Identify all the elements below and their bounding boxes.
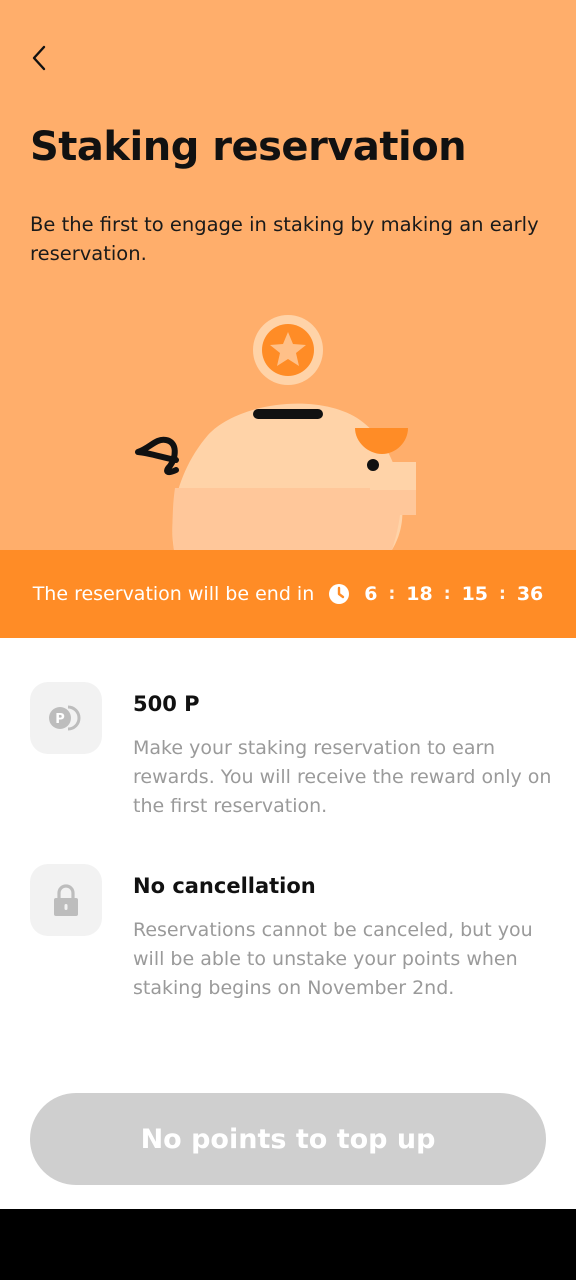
top-up-button[interactable]: No points to top up — [30, 1093, 546, 1185]
countdown-days: 6 — [364, 583, 378, 605]
chevron-left-icon — [32, 45, 46, 71]
piggy-bank-illustration — [135, 315, 416, 550]
hero-section: Staking reservation Be the first to enga… — [0, 0, 576, 550]
lock-icon — [54, 884, 78, 916]
feature-description: Make your staking reservation to earn re… — [133, 737, 552, 817]
feature-icon-box: P — [30, 682, 102, 754]
coin-icon — [253, 315, 323, 385]
feature-title: 500 P — [133, 692, 200, 716]
back-button[interactable] — [22, 40, 58, 76]
clock-icon — [329, 584, 350, 604]
page-subtitle: Be the first to engage in staking by mak… — [30, 213, 539, 265]
points-icon: P — [49, 705, 81, 731]
countdown-minutes: 15 — [461, 583, 489, 605]
countdown-separator: : — [499, 584, 506, 604]
reservation-countdown-bar: The reservation will be end in 6 : 18 : … — [0, 550, 576, 638]
system-navigation-bar — [0, 1209, 576, 1280]
svg-text:P: P — [55, 712, 65, 727]
countdown-hours: 18 — [406, 583, 433, 605]
feature-title: No cancellation — [133, 874, 316, 898]
feature-icon-box — [30, 864, 102, 936]
countdown-seconds: 36 — [516, 583, 544, 605]
feature-description: Reservations cannot be canceled, but you… — [133, 919, 533, 999]
countdown-separator: : — [388, 584, 396, 604]
countdown-separator: : — [443, 584, 451, 604]
countdown-label: The reservation will be end in — [32, 583, 315, 605]
page-title: Staking reservation — [30, 124, 467, 170]
